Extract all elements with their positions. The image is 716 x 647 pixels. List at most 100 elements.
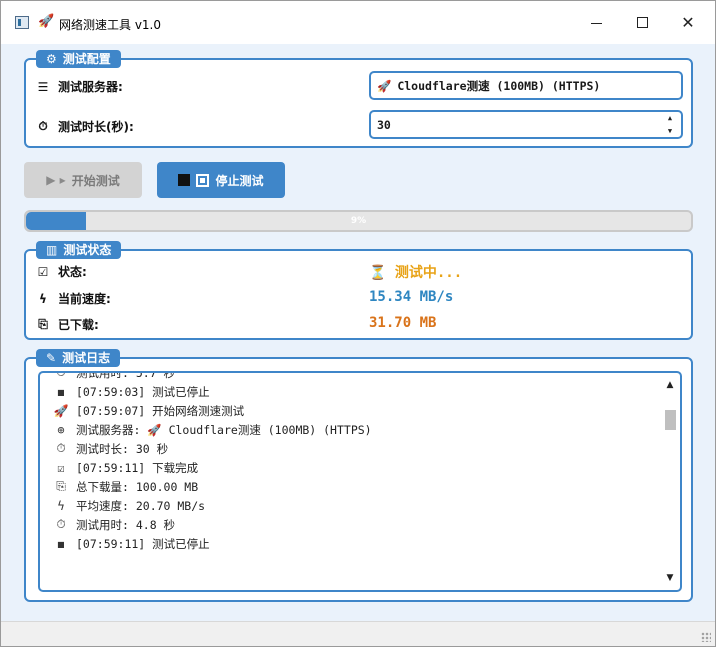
minimize-button[interactable]	[573, 1, 619, 44]
log-scrollbar[interactable]: ▲ ▼	[662, 375, 678, 588]
maximize-button[interactable]	[619, 1, 665, 44]
close-icon: ✕	[681, 13, 695, 32]
progress-text: 9%	[350, 216, 367, 226]
server-icon: ☰	[37, 79, 49, 94]
chevron-up-icon: ▲	[667, 114, 673, 123]
state-value-text: 测试中...	[394, 265, 463, 281]
chevron-up-icon: ▲	[666, 380, 674, 390]
state-value: ⏳ 测试中...	[369, 262, 462, 282]
spin-up-button[interactable]: ▲	[659, 112, 681, 125]
log-line-text: 总下载量: 100.00 MB	[76, 479, 199, 494]
duration-spinbox[interactable]: 30 ▲ ▼	[369, 110, 683, 139]
status-group-title: ▥ 测试状态	[36, 241, 122, 259]
lightning-icon: ϟ	[57, 498, 65, 513]
stopwatch-icon: ⏱	[56, 517, 66, 531]
log-line-text: 平均速度: 20.70 MB/s	[76, 498, 206, 513]
status-bar	[1, 621, 715, 646]
resize-grip[interactable]	[701, 632, 711, 642]
config-title-label: 测试配置	[62, 52, 111, 66]
package-icon: ⎘	[38, 317, 48, 331]
state-label: 状态:	[58, 265, 87, 279]
stop-icon	[196, 173, 210, 187]
check-icon: ☑	[57, 460, 65, 475]
log-line-text: [07:59:03] 测试已停止	[76, 384, 210, 399]
stop-test-button[interactable]: 停止测试	[157, 162, 285, 198]
log-line: ⏱ 测试用时: 4.8 秒	[54, 515, 660, 534]
close-button[interactable]: ✕	[665, 1, 711, 44]
rocket-icon: 🚀	[38, 14, 55, 29]
speed-value: 15.34 MB/s	[369, 289, 454, 305]
log-line: ☑ [07:59:11] 下载完成	[54, 458, 660, 477]
log-group-title: ✎ 测试日志	[36, 349, 121, 367]
title-bar[interactable]: 🚀 网络测速工具 v1.0 ✕	[1, 1, 715, 44]
spin-down-button[interactable]: ▼	[659, 125, 681, 138]
package-icon: ⎘	[56, 479, 66, 493]
downloaded-label: 已下载:	[58, 318, 99, 332]
hourglass-icon: ⏳	[369, 265, 387, 281]
rocket-icon: 🚀	[377, 78, 392, 93]
stop-test-label: 停止测试	[215, 173, 264, 188]
speed-row-label: ϟ 当前速度:	[36, 290, 111, 307]
state-row-label: ☑ 状态:	[36, 263, 87, 280]
log-line-text: 测试服务器: 🚀 Cloudflare测速 (100MB) (HTTPS)	[76, 422, 372, 437]
server-label: 测试服务器:	[58, 80, 123, 94]
scroll-thumb[interactable]	[665, 410, 676, 430]
duration-label: 测试时长(秒):	[58, 120, 134, 134]
log-line-text: [07:59:07] 开始网络测速测试	[76, 403, 245, 418]
duration-row-label: ⏱ 测试时长(秒):	[36, 118, 134, 135]
stopwatch-icon: ⏱	[56, 371, 66, 379]
config-group-title: ⚙ 测试配置	[36, 50, 121, 68]
log-line: ◼ [07:59:03] 测试已停止	[54, 382, 660, 401]
globe-icon: ⊕	[57, 422, 65, 437]
log-line-text: 测试时长: 30 秒	[76, 441, 169, 456]
log-lines: ⏱ 测试用时: 5.7 秒 ◼ [07:59:03] 测试已停止 🚀 [07:59:07]…	[54, 371, 660, 553]
scroll-down-button[interactable]: ▼	[662, 570, 678, 586]
maximize-icon	[636, 17, 648, 28]
app-window: 🚀 网络测速工具 v1.0 ✕ ⚙ 测试配置 ☰ 测试服务器: 🚀 Cloudf…	[0, 0, 716, 647]
log-line: ◼ [07:59:11] 测试已停止	[54, 534, 660, 553]
chevron-down-icon: ▼	[667, 126, 673, 135]
play-icon: ▶ ▸	[46, 173, 66, 187]
chevron-down-icon: ▼	[666, 573, 674, 583]
status-title-label: 测试状态	[63, 243, 112, 257]
chart-icon: ▥	[46, 243, 58, 257]
log-textbox[interactable]: ⏱ 测试用时: 5.7 秒 ◼ [07:59:03] 测试已停止 🚀 [07:59:07]…	[38, 371, 682, 592]
log-line-text: [07:59:11] 测试已停止	[76, 536, 210, 551]
log-group: ✎ 测试日志 ⏱ 测试用时: 5.7 秒 ◼ [07:59:03] 测试已停止 🚀 [07…	[24, 349, 693, 602]
lightning-icon: ϟ	[39, 291, 47, 306]
memo-icon: ✎	[46, 351, 57, 365]
status-group: ▥ 测试状态 ☑ 状态: ⏳ 测试中... ϟ 当前速度: 15.34 MB/s…	[24, 241, 693, 340]
rocket-icon: 🚀	[53, 403, 69, 418]
log-line-text: 测试用时: 4.8 秒	[76, 517, 176, 532]
log-line-text: [07:59:11] 下载完成	[76, 460, 199, 475]
progress-bar: 9%	[24, 210, 693, 232]
scroll-up-button[interactable]: ▲	[662, 377, 678, 393]
stop-square-icon	[178, 174, 191, 186]
spin-arrows: ▲ ▼	[659, 112, 681, 137]
window-title: 网络测速工具 v1.0	[59, 18, 162, 32]
log-line: ⊕ 测试服务器: 🚀 Cloudflare测速 (100MB) (HTTPS)	[54, 420, 660, 439]
stop-icon: ◼	[57, 536, 65, 551]
duration-value: 30	[377, 117, 391, 132]
log-line-text: 测试用时: 5.7 秒	[76, 371, 176, 380]
server-select-value: Cloudflare测速 (100MB) (HTTPS)	[397, 78, 601, 93]
server-row-label: ☰ 测试服务器:	[36, 78, 123, 95]
minimize-icon	[590, 23, 602, 24]
start-test-button[interactable]: ▶ ▸ 开始测试	[24, 162, 142, 198]
stopwatch-icon: ⏱	[38, 119, 48, 133]
app-icon	[15, 16, 29, 29]
downloaded-row-label: ⎘ 已下载:	[36, 316, 99, 333]
log-line: ⏱ 测试时长: 30 秒	[54, 439, 660, 458]
gear-icon: ⚙	[46, 52, 57, 66]
log-line: ϟ 平均速度: 20.70 MB/s	[54, 496, 660, 515]
checkbox-icon: ☑	[37, 264, 49, 279]
speed-label: 当前速度:	[58, 292, 111, 306]
stop-icon: ◼	[57, 384, 65, 399]
log-line: ⎘ 总下载量: 100.00 MB	[54, 477, 660, 496]
log-line: 🚀 [07:59:07] 开始网络测速测试	[54, 401, 660, 420]
start-test-label: 开始测试	[71, 173, 120, 188]
log-line: ⏱ 测试用时: 5.7 秒	[54, 371, 660, 382]
log-title-label: 测试日志	[62, 351, 111, 365]
server-select[interactable]: 🚀 Cloudflare测速 (100MB) (HTTPS)	[369, 71, 683, 100]
config-group: ⚙ 测试配置 ☰ 测试服务器: 🚀 Cloudflare测速 (100MB) (…	[24, 50, 693, 148]
